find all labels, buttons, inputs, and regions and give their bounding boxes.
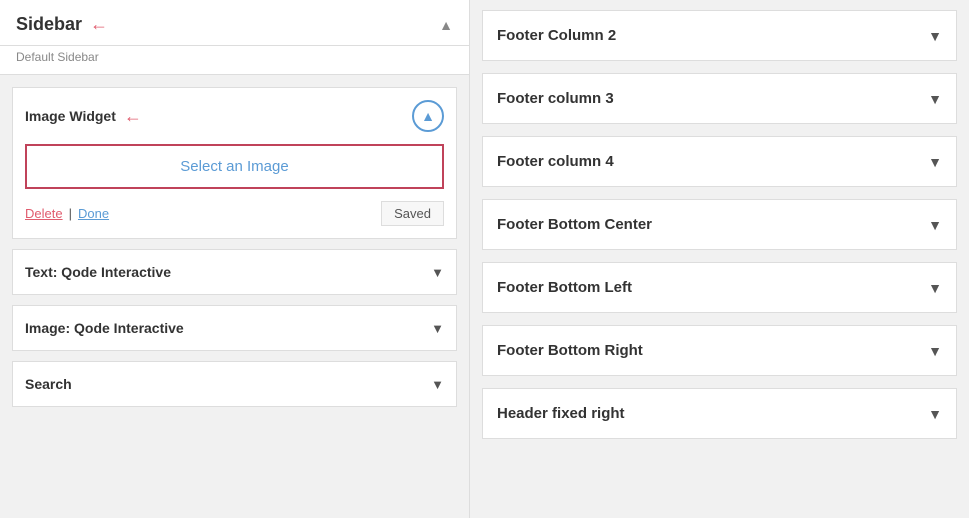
widget-card-header: Image Widget ← ▲ xyxy=(25,100,444,132)
right-item-footer-bottom-left-chevron: ▼ xyxy=(928,280,942,296)
widget-arrow-icon: ← xyxy=(124,106,142,127)
right-item-footer-bottom-center-chevron: ▼ xyxy=(928,217,942,233)
right-item-footer-col2[interactable]: Footer Column 2 ▼ xyxy=(482,10,957,61)
collapsible-search-item[interactable]: Search ▼ xyxy=(12,361,457,407)
done-link[interactable]: Done xyxy=(78,206,109,221)
right-item-header-fixed-right[interactable]: Header fixed right ▼ xyxy=(482,388,957,439)
collapsible-search-label: Search xyxy=(25,376,72,392)
right-item-footer-bottom-right-label: Footer Bottom Right xyxy=(497,342,643,359)
right-item-footer-col2-label: Footer Column 2 xyxy=(497,27,616,44)
right-item-footer-col2-chevron: ▼ xyxy=(928,28,942,44)
right-item-footer-col3-chevron: ▼ xyxy=(928,91,942,107)
left-panel: Sidebar ← ▲ Default Sidebar Image Widget… xyxy=(0,0,470,518)
image-widget-card: Image Widget ← ▲ Select an Image Delete … xyxy=(12,87,457,239)
sidebar-header: Sidebar ← ▲ xyxy=(0,0,469,46)
collapsible-text-item[interactable]: Text: Qode Interactive ▼ xyxy=(12,249,457,295)
right-item-footer-bottom-left[interactable]: Footer Bottom Left ▼ xyxy=(482,262,957,313)
sidebar-arrow-icon: ← xyxy=(90,14,108,35)
right-item-footer-col4-chevron: ▼ xyxy=(928,154,942,170)
widget-collapse-button[interactable]: ▲ xyxy=(412,100,444,132)
sidebar-chevron-up-icon: ▲ xyxy=(439,17,453,33)
right-item-header-fixed-right-label: Header fixed right xyxy=(497,405,625,422)
saved-button[interactable]: Saved xyxy=(381,201,444,226)
collapsible-image-item[interactable]: Image: Qode Interactive ▼ xyxy=(12,305,457,351)
right-item-footer-bottom-center-label: Footer Bottom Center xyxy=(497,216,652,233)
collapsible-text-label: Text: Qode Interactive xyxy=(25,264,171,280)
right-item-footer-col4-label: Footer column 4 xyxy=(497,153,614,170)
right-item-header-fixed-right-chevron: ▼ xyxy=(928,406,942,422)
collapsible-image-label: Image: Qode Interactive xyxy=(25,320,184,336)
widget-links: Delete | Done xyxy=(25,206,109,221)
right-panel: Footer Column 2 ▼ Footer column 3 ▼ Foot… xyxy=(470,0,969,518)
right-item-footer-col4[interactable]: Footer column 4 ▼ xyxy=(482,136,957,187)
select-image-button[interactable]: Select an Image xyxy=(25,144,444,189)
sidebar-title: Sidebar ← xyxy=(16,14,108,35)
collapsible-text-chevron: ▼ xyxy=(431,265,444,280)
collapsible-image-chevron: ▼ xyxy=(431,321,444,336)
collapsible-search-chevron: ▼ xyxy=(431,377,444,392)
chevron-up-icon: ▲ xyxy=(421,108,435,124)
link-separator: | xyxy=(69,206,72,221)
right-item-footer-bottom-left-label: Footer Bottom Left xyxy=(497,279,632,296)
right-item-footer-bottom-right[interactable]: Footer Bottom Right ▼ xyxy=(482,325,957,376)
widget-card-footer: Delete | Done Saved xyxy=(25,201,444,226)
widget-card-title: Image Widget ← xyxy=(25,106,142,127)
right-item-footer-bottom-right-chevron: ▼ xyxy=(928,343,942,359)
widget-title-text: Image Widget xyxy=(25,108,116,124)
delete-link[interactable]: Delete xyxy=(25,206,63,221)
right-item-footer-col3[interactable]: Footer column 3 ▼ xyxy=(482,73,957,124)
sidebar-title-text: Sidebar xyxy=(16,14,82,35)
right-item-footer-bottom-center[interactable]: Footer Bottom Center ▼ xyxy=(482,199,957,250)
sidebar-subtitle: Default Sidebar xyxy=(0,46,469,75)
right-item-footer-col3-label: Footer column 3 xyxy=(497,90,614,107)
